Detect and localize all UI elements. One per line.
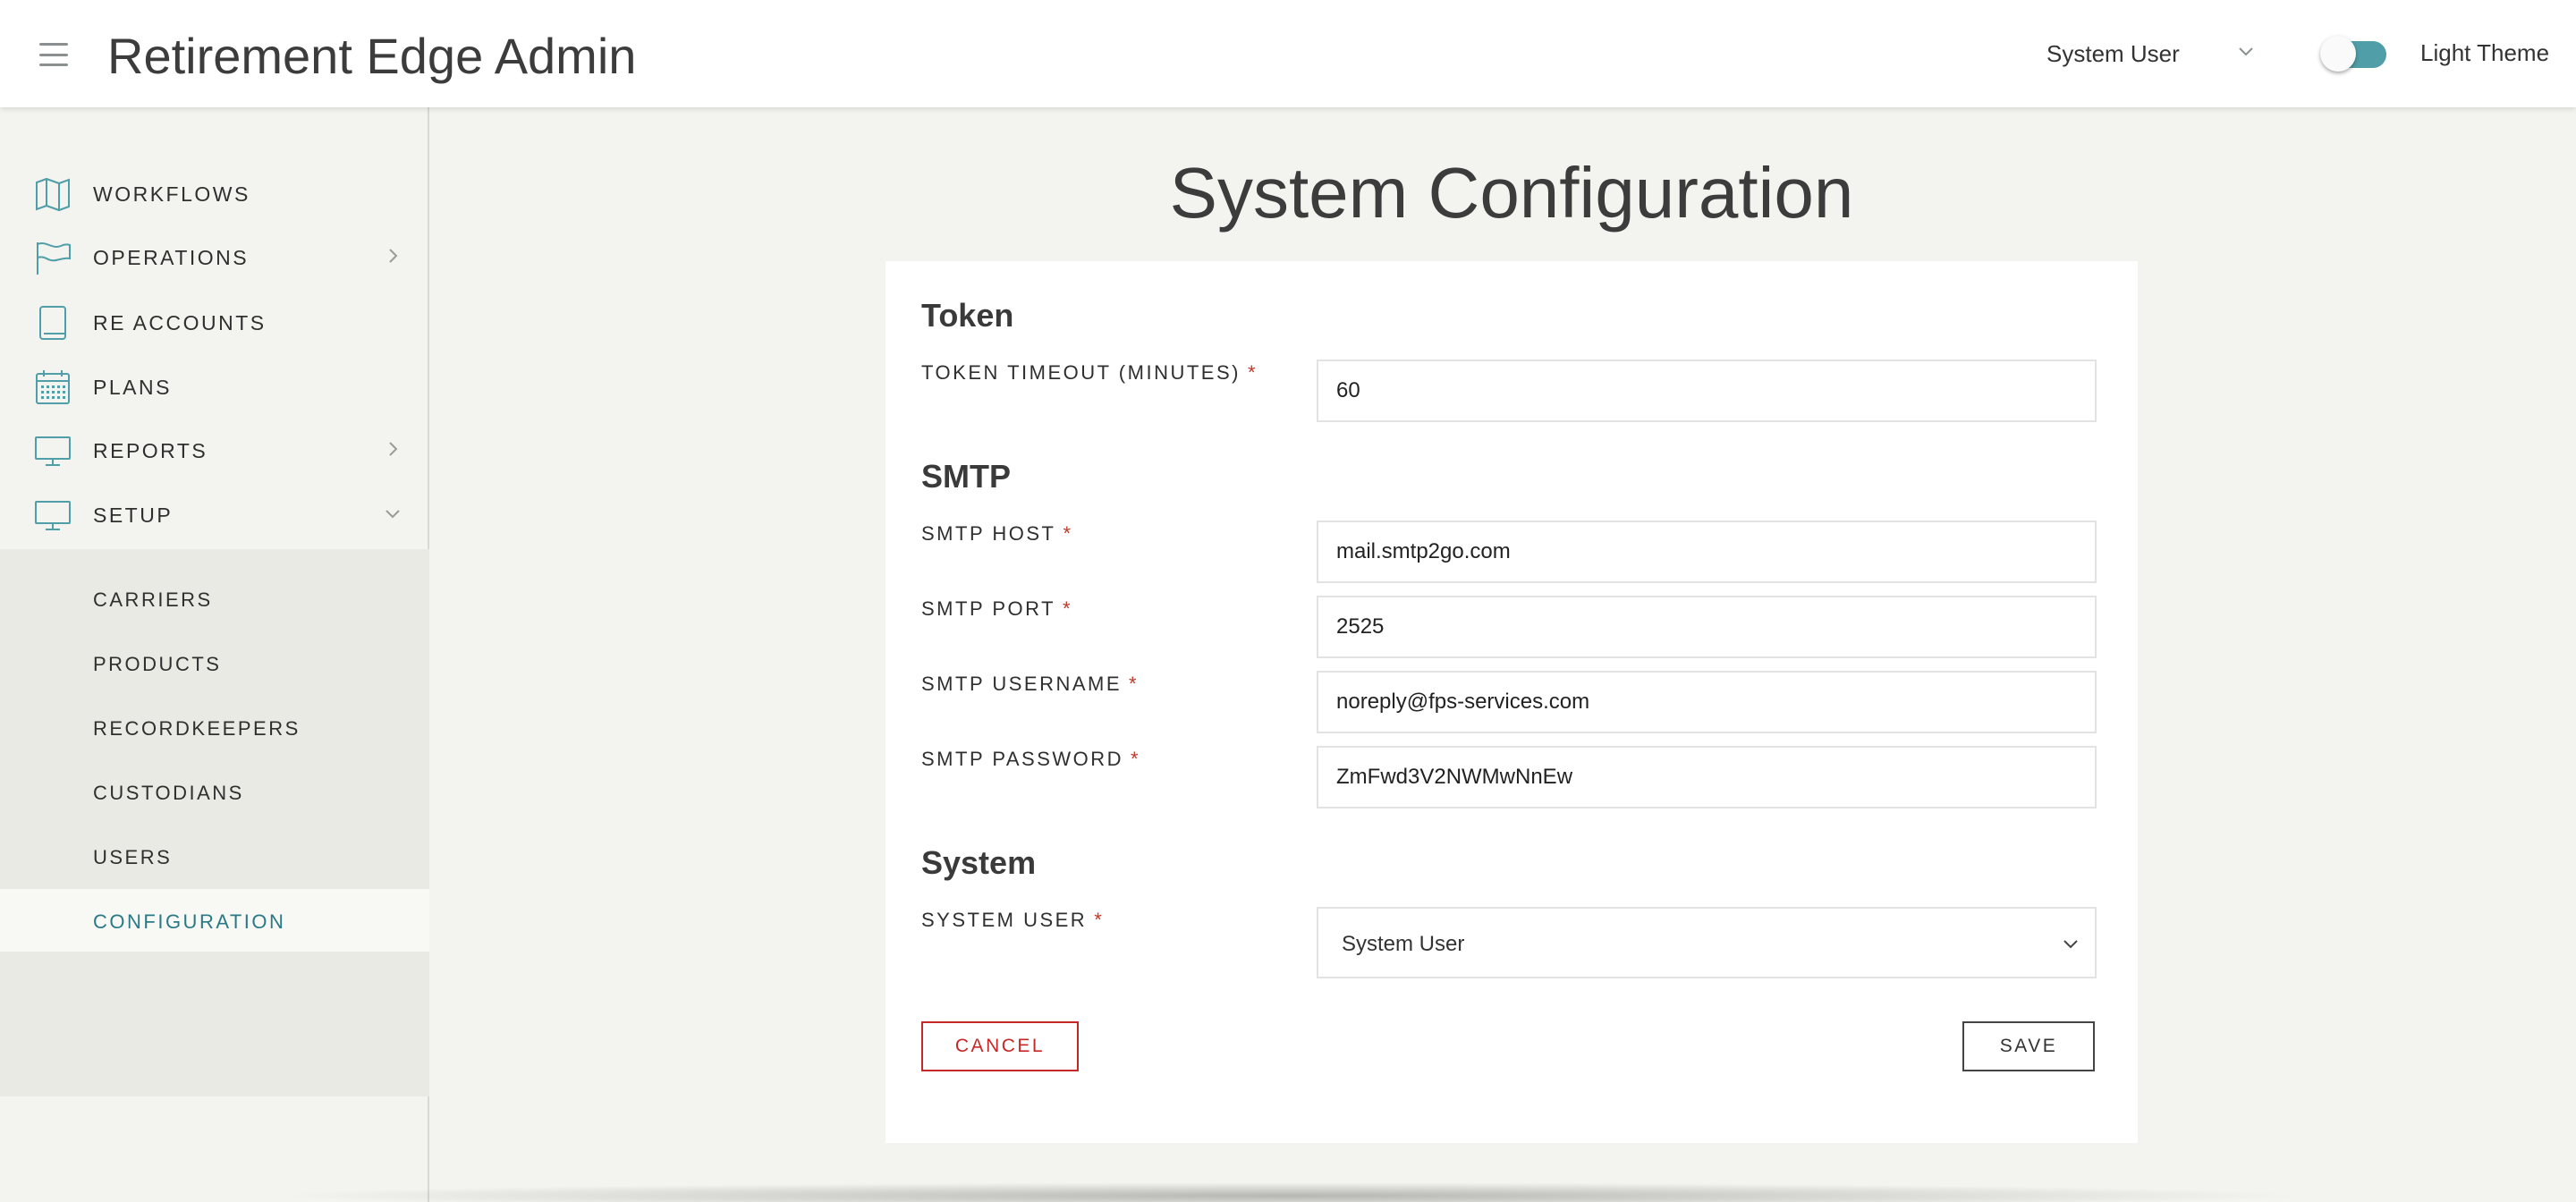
chevron-down-icon: [386, 510, 400, 519]
token-timeout-input[interactable]: [1317, 360, 2097, 422]
token-timeout-label: TOKEN TIMEOUT (MINUTES) *: [921, 361, 1258, 385]
book-icon: [39, 306, 66, 340]
field-label-text: SMTP PASSWORD: [921, 748, 1124, 770]
cancel-button[interactable]: CANCEL: [921, 1021, 1079, 1071]
user-dropdown[interactable]: System User: [2046, 38, 2261, 70]
sidebar-subitem-label: CARRIERS: [93, 588, 213, 611]
top-header: Retirement Edge Admin System User Light …: [0, 0, 2576, 107]
chevron-right-icon: [389, 442, 398, 456]
save-button[interactable]: SAVE: [1962, 1021, 2095, 1071]
sidebar-subitem-label: USERS: [93, 846, 173, 868]
smtp-port-label: SMTP PORT *: [921, 597, 1072, 621]
monitor-icon: [35, 501, 71, 530]
monitor-icon: [35, 436, 71, 466]
smtp-host-input[interactable]: [1317, 521, 2097, 583]
sidebar-subitem-label: RECORDKEEPERS: [93, 717, 301, 740]
bottom-shadow: [268, 1182, 2308, 1202]
map-icon: [36, 177, 70, 212]
sidebar: WORKFLOWS OPERATIONS RE ACCOUNTS PLANS R…: [0, 107, 429, 1202]
sidebar-item-reports[interactable]: REPORTS: [0, 421, 429, 478]
sidebar-subitem-configuration[interactable]: CONFIGURATION: [0, 889, 429, 952]
sidebar-item-label: REPORTS: [93, 439, 208, 462]
setup-submenu: CARRIERS PRODUCTS RECORDKEEPERS CUSTODIA…: [0, 549, 429, 1096]
sidebar-subitem-products[interactable]: PRODUCTS: [0, 631, 429, 694]
sidebar-item-label: OPERATIONS: [93, 246, 250, 269]
smtp-password-input[interactable]: [1317, 746, 2097, 808]
field-label-text: SMTP HOST: [921, 522, 1056, 545]
sidebar-subitem-custodians[interactable]: CUSTODIANS: [0, 760, 429, 823]
sidebar-subitem-label: PRODUCTS: [93, 653, 222, 675]
app-title: Retirement Edge Admin: [107, 28, 637, 84]
field-label-text: SMTP PORT: [921, 597, 1056, 620]
sidebar-item-plans[interactable]: PLANS: [0, 358, 429, 415]
calendar-icon: [36, 370, 70, 404]
field-label-text: SYSTEM USER: [921, 909, 1088, 931]
theme-toggle[interactable]: [2320, 36, 2392, 72]
required-marker: *: [1129, 673, 1140, 695]
system-user-select-value: System User: [1342, 932, 1465, 956]
sidebar-item-label: RE ACCOUNTS: [93, 311, 267, 334]
flag-icon: [37, 242, 71, 275]
sidebar-item-label: WORKFLOWS: [93, 182, 250, 206]
theme-label: Light Theme: [2420, 39, 2550, 66]
required-marker: *: [1247, 361, 1258, 384]
sidebar-subitem-label: CUSTODIANS: [93, 782, 244, 804]
user-dropdown-value: System User: [2046, 39, 2180, 67]
field-label-text: SMTP USERNAME: [921, 673, 1123, 695]
chevron-right-icon: [389, 249, 398, 263]
required-marker: *: [1063, 522, 1073, 545]
sidebar-item-re-accounts[interactable]: RE ACCOUNTS: [0, 293, 429, 351]
section-title-system: System: [921, 844, 1037, 881]
required-marker: *: [1063, 597, 1073, 620]
page-title: System Configuration: [1169, 153, 1854, 233]
system-user-label: SYSTEM USER *: [921, 909, 1104, 932]
sidebar-subitem-recordkeepers[interactable]: RECORDKEEPERS: [0, 696, 429, 758]
chevron-down-icon: [2063, 940, 2078, 949]
sidebar-subitem-carriers[interactable]: CARRIERS: [0, 567, 429, 630]
smtp-port-input[interactable]: [1317, 596, 2097, 658]
sidebar-item-workflows[interactable]: WORKFLOWS: [0, 165, 429, 222]
sidebar-item-setup[interactable]: SETUP: [0, 486, 429, 543]
required-marker: *: [1131, 748, 1141, 770]
sidebar-item-label: PLANS: [93, 376, 172, 399]
config-form-card: Token TOKEN TIMEOUT (MINUTES) * SMTP SMTP…: [886, 261, 2138, 1143]
sidebar-subitem-users[interactable]: USERS: [0, 825, 429, 887]
sidebar-item-label: SETUP: [93, 504, 174, 527]
required-marker: *: [1094, 909, 1105, 931]
system-user-select[interactable]: System User: [1317, 907, 2097, 978]
smtp-username-input[interactable]: [1317, 671, 2097, 733]
toggle-knob: [2320, 36, 2356, 72]
section-title-token: Token: [921, 297, 1014, 334]
smtp-host-label: SMTP HOST *: [921, 522, 1073, 546]
menu-icon[interactable]: [39, 43, 68, 66]
smtp-password-label: SMTP PASSWORD *: [921, 748, 1140, 771]
sidebar-subitem-label: CONFIGURATION: [93, 910, 286, 933]
sidebar-item-operations[interactable]: OPERATIONS: [0, 228, 429, 285]
section-title-smtp: SMTP: [921, 458, 1012, 495]
chevron-down-icon: [2239, 47, 2253, 56]
field-label-text: TOKEN TIMEOUT (MINUTES): [921, 361, 1241, 384]
smtp-username-label: SMTP USERNAME *: [921, 673, 1139, 696]
